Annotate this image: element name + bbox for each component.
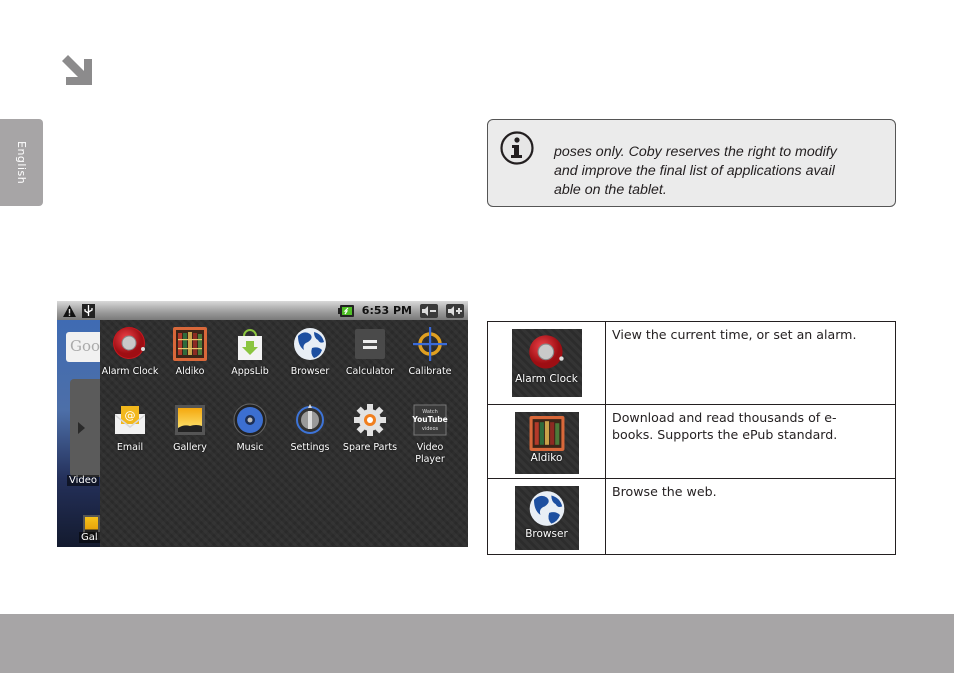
- table-icon-cell: Alarm Clock: [487, 321, 606, 405]
- app-calculator[interactable]: Calculator: [340, 326, 400, 378]
- app-video-player[interactable]: Watch YouTube videos Video Player: [400, 402, 460, 466]
- table-icon-cell: Aldiko: [487, 404, 606, 479]
- app-label: Browser: [290, 366, 330, 377]
- crosshair-icon: [413, 327, 447, 361]
- app-label-line: Player: [415, 454, 445, 465]
- app-label: Email: [116, 442, 144, 453]
- note-line: poses only. Coby reserves the right to m…: [554, 144, 837, 160]
- email-envelope-icon: @: [115, 406, 145, 434]
- note-line: and improve the final list of applicatio…: [554, 163, 835, 179]
- app-label: Music: [236, 442, 264, 453]
- app-label: Video Player: [400, 442, 460, 466]
- app-label: AppsLib: [231, 366, 269, 377]
- app-description-table: Alarm Clock View the current time, or se…: [487, 321, 896, 555]
- table-icon-cell: Browser: [487, 478, 606, 555]
- table-row: Aldiko Download and read thousands of e-…: [487, 404, 896, 479]
- app-label: Calibrate: [408, 366, 452, 377]
- alarm-clock-thumbnail: Alarm Clock: [511, 329, 582, 397]
- thumbnail-label: Alarm Clock: [515, 373, 578, 385]
- tablet-screenshot: 6:53 PM Goo Video Gal Alarm Clock Aldiko…: [57, 301, 468, 547]
- note-text: poses only. Coby reserves the right to m…: [554, 143, 888, 200]
- svg-text:videos: videos: [422, 426, 439, 432]
- table-row: Browser Browse the web.: [487, 478, 896, 555]
- app-drawer-handle[interactable]: [70, 379, 100, 477]
- youtube-icon: Watch YouTube videos: [412, 404, 448, 436]
- app-label: Calculator: [345, 366, 395, 377]
- app-drawer: Alarm Clock Aldiko AppsLib Browser Calcu…: [100, 320, 468, 547]
- settings-knob-icon: [294, 404, 326, 436]
- appslib-bag-icon: [238, 329, 262, 360]
- alarm-clock-icon: [113, 327, 145, 359]
- app-aldiko[interactable]: Aldiko: [160, 326, 220, 378]
- chevron-right-icon: [78, 422, 85, 434]
- thumbnail-label: Aldiko: [530, 452, 563, 464]
- app-calibrate[interactable]: Calibrate: [400, 326, 460, 378]
- volume-down-icon: [422, 305, 436, 316]
- arrow-down-right-icon: [62, 55, 92, 85]
- volume-down-button[interactable]: [420, 303, 438, 318]
- warning-icon: [63, 304, 76, 317]
- alarm-clock-icon: [528, 335, 564, 369]
- app-alarm-clock[interactable]: Alarm Clock: [100, 326, 160, 378]
- app-label: Spare Parts: [342, 442, 398, 453]
- home-screen-background: Goo Video Gal: [57, 320, 100, 547]
- table-description-cell: Download and read thousands of e- books.…: [605, 404, 896, 479]
- app-music[interactable]: Music: [220, 402, 280, 454]
- note-line: able on the tablet.: [554, 182, 667, 198]
- svg-text:@: @: [125, 409, 136, 422]
- app-appslib[interactable]: AppsLib: [220, 326, 280, 378]
- app-label-line: Video: [416, 442, 444, 453]
- table-description-cell: Browse the web.: [605, 478, 896, 555]
- info-icon: [500, 131, 534, 165]
- home-shortcut-label: Video: [67, 475, 100, 486]
- language-tab[interactable]: English: [0, 119, 43, 206]
- browser-thumbnail: Browser: [514, 486, 579, 550]
- app-label: Alarm Clock: [101, 366, 159, 377]
- page-footer-band: [0, 614, 954, 673]
- svg-text:YouTube: YouTube: [412, 415, 448, 424]
- table-description-cell: View the current time, or set an alarm.: [605, 321, 896, 405]
- app-label: Gallery: [173, 442, 207, 453]
- app-email[interactable]: @ Email: [100, 402, 160, 454]
- description-line: books. Supports the ePub standard.: [612, 427, 838, 442]
- gear-icon: [354, 404, 386, 436]
- thumbnail-label: Browser: [525, 528, 568, 540]
- table-row: Alarm Clock View the current time, or se…: [487, 321, 896, 405]
- app-label: Aldiko: [175, 366, 205, 377]
- volume-up-icon: [448, 305, 462, 316]
- status-time: 6:53 PM: [361, 304, 412, 317]
- note-box: poses only. Coby reserves the right to m…: [487, 119, 896, 207]
- globe-icon: [294, 328, 326, 360]
- aldiko-thumbnail: Aldiko: [514, 412, 579, 474]
- description-line: Download and read thousands of e-: [612, 410, 837, 425]
- app-spare-parts[interactable]: Spare Parts: [340, 402, 400, 454]
- usb-icon: [82, 303, 95, 318]
- google-search-widget[interactable]: Goo: [66, 332, 100, 362]
- app-settings[interactable]: Settings: [280, 402, 340, 454]
- gallery-picture-icon: [175, 405, 205, 435]
- music-speaker-icon: [233, 403, 267, 437]
- battery-charging-icon: [337, 304, 354, 317]
- volume-up-button[interactable]: [446, 303, 464, 318]
- status-bar: 6:53 PM: [57, 301, 468, 320]
- home-shortcut-label: Gal: [79, 532, 100, 543]
- globe-icon: [529, 491, 564, 526]
- app-browser[interactable]: Browser: [280, 326, 340, 378]
- app-label: Settings: [290, 442, 330, 453]
- aldiko-books-icon: [529, 416, 564, 451]
- app-gallery[interactable]: Gallery: [160, 402, 220, 454]
- language-tab-label: English: [15, 140, 28, 185]
- calculator-icon: [355, 329, 385, 359]
- aldiko-books-icon: [173, 327, 207, 361]
